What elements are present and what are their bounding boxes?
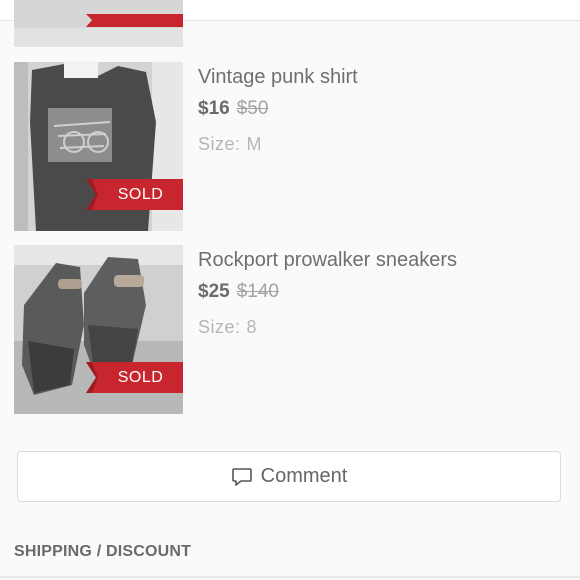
price-row: $25 $140 <box>198 281 279 303</box>
previous-listing-thumbnail[interactable] <box>14 0 183 47</box>
listing-thumbnail[interactable]: SOLD <box>14 245 183 414</box>
listing-item-2[interactable]: SOLD Rockport prowalker sneakers $25 $140… <box>14 245 574 415</box>
listing-item-1[interactable]: SOLD Vintage punk shirt $16 $50 Size: M <box>14 62 574 232</box>
speech-bubble-icon <box>231 466 253 488</box>
listing-title[interactable]: Vintage punk shirt <box>198 66 358 89</box>
listing-price: $16 <box>198 98 230 119</box>
listing-price: $25 <box>198 281 230 302</box>
sold-badge: SOLD <box>117 186 164 203</box>
sold-ribbon-partial <box>86 14 183 27</box>
divider <box>0 576 580 578</box>
size-info: Size: M <box>198 134 262 155</box>
size-value: M <box>246 134 263 154</box>
size-value: 8 <box>246 317 258 337</box>
listing-title[interactable]: Rockport prowalker sneakers <box>198 249 457 272</box>
original-price: $140 <box>236 281 279 302</box>
comment-label: Comment <box>260 465 348 487</box>
listing-thumbnail[interactable]: SOLD <box>14 62 183 231</box>
size-info: Size: 8 <box>198 317 257 338</box>
price-row: $16 $50 <box>198 98 268 120</box>
previous-listing-image <box>14 0 183 47</box>
original-price: $50 <box>236 98 269 119</box>
comment-button[interactable]: Comment <box>17 451 561 502</box>
shipping-discount-heading: SHIPPING / DISCOUNT <box>14 543 192 560</box>
sold-badge: SOLD <box>117 369 164 386</box>
size-label: Size: <box>198 134 241 154</box>
size-label: Size: <box>198 317 241 337</box>
